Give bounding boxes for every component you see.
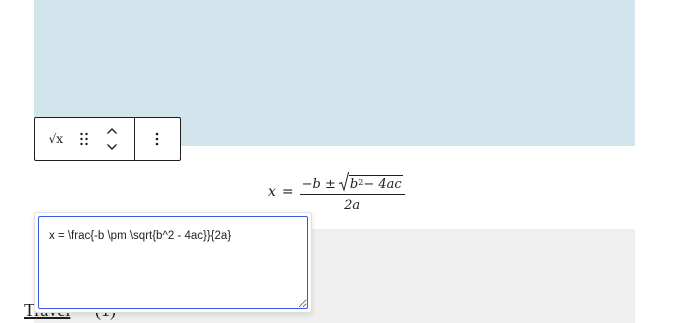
- latex-editor-popover: [34, 212, 312, 313]
- formula-block-button[interactable]: √x: [35, 118, 77, 160]
- formula-num-prefix: −b ±: [301, 176, 336, 192]
- formula-fraction: −b ± b2 − 4ac 2a: [299, 171, 405, 213]
- drag-handle-icon: [79, 132, 88, 146]
- chevron-down-icon: [107, 144, 118, 150]
- more-vertical-icon: [155, 132, 159, 146]
- block-toolbar: √x: [34, 117, 181, 161]
- latex-input-field[interactable]: [38, 216, 308, 309]
- formula-denominator: 2a: [344, 197, 361, 213]
- block-movers: [90, 118, 134, 160]
- toolbar-main-group: √x: [35, 118, 135, 160]
- rendered-formula[interactable]: x = −b ± b2 − 4ac 2a: [268, 170, 405, 214]
- formula-sqrt-rest: − 4ac: [363, 176, 402, 192]
- formula-sqrt-b: b: [349, 176, 359, 192]
- formula-equals: =: [281, 184, 294, 200]
- move-up-button[interactable]: [100, 123, 124, 139]
- formula-lhs: x: [268, 184, 276, 200]
- drag-handle-button[interactable]: [77, 118, 91, 160]
- more-options-button[interactable]: [135, 118, 179, 160]
- formula-numerator: −b ± b2 − 4ac: [300, 171, 405, 194]
- formula-radicand: b2 − 4ac: [348, 174, 403, 192]
- chevron-up-icon: [107, 128, 118, 134]
- move-down-button[interactable]: [100, 139, 124, 155]
- formula-sqrt-exponent: 2: [358, 177, 364, 187]
- square-root-icon: √x: [48, 132, 63, 146]
- radical-sign-icon: [338, 171, 349, 192]
